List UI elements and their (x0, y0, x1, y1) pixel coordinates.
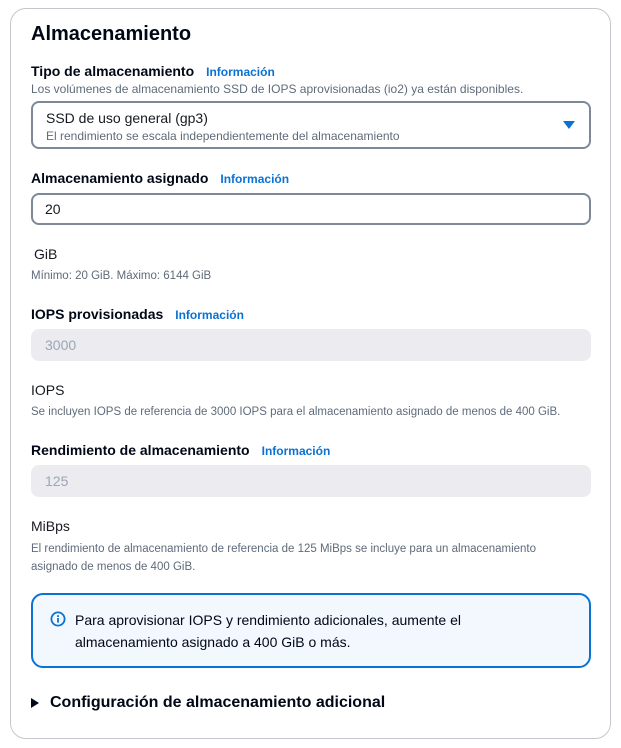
storage-throughput-info-link[interactable]: Información (262, 444, 331, 458)
allocated-storage-label: Almacenamiento asignado (31, 170, 209, 186)
storage-throughput-input: 125 (31, 465, 591, 497)
storage-throughput-description-line2: asignado de menos de 400 GiB. (31, 561, 196, 573)
storage-throughput-description-line1: El rendimiento de almacenamiento de refe… (31, 543, 537, 555)
provisioned-iops-label: IOPS provisionadas (31, 306, 164, 322)
info-circle-icon (50, 611, 66, 627)
info-alert-line2: almacenamiento asignado a 400 GiB o más. (75, 634, 351, 650)
storage-type-label: Tipo de almacenamiento (31, 63, 195, 79)
storage-type-description: Los volúmenes de almacenamiento SSD de I… (31, 82, 524, 96)
provisioned-iops-info-link[interactable]: Información (175, 308, 244, 322)
storage-type-info-link[interactable]: Información (206, 65, 275, 79)
storage-type-selected-description: El rendimiento se escala independienteme… (46, 129, 400, 143)
caret-right-icon (31, 698, 39, 708)
allocated-storage-unit: GiB (34, 246, 58, 262)
storage-type-selected-value: SSD de uso general (gp3) (46, 110, 208, 126)
storage-type-select[interactable]: SSD de uso general (gp3) El rendimiento … (31, 101, 591, 149)
info-alert-line1: Para aprovisionar IOPS y rendimiento adi… (75, 612, 461, 628)
allocated-storage-input[interactable]: 20 (31, 193, 591, 225)
storage-throughput-label: Rendimiento de almacenamiento (31, 442, 250, 458)
storage-type-header: Tipo de almacenamiento Información (31, 63, 275, 81)
storage-throughput-description: El rendimiento de almacenamiento de refe… (31, 540, 536, 576)
provisioned-iops-unit: IOPS (31, 382, 65, 398)
allocated-storage-constraint: Mínimo: 20 GiB. Máximo: 6144 GiB (31, 270, 212, 282)
storage-panel: Almacenamiento Tipo de almacenamiento Inf… (10, 8, 611, 739)
allocated-storage-info-link[interactable]: Información (220, 172, 289, 186)
provisioned-iops-header: IOPS provisionadas Información (31, 306, 244, 324)
provisioned-iops-input: 3000 (31, 329, 591, 361)
allocated-storage-header: Almacenamiento asignado Información (31, 170, 289, 188)
additional-storage-config-label: Configuración de almacenamiento adiciona… (50, 694, 386, 711)
additional-storage-config-expander[interactable]: Configuración de almacenamiento adiciona… (31, 694, 385, 712)
info-alert: Para aprovisionar IOPS y rendimiento adi… (31, 593, 591, 668)
caret-down-icon (563, 121, 575, 129)
provisioned-iops-description: Se incluyen IOPS de referencia de 3000 I… (31, 406, 561, 418)
storage-throughput-unit: MiBps (31, 518, 70, 534)
storage-throughput-header: Rendimiento de almacenamiento Información (31, 442, 330, 460)
section-title: Almacenamiento (31, 23, 192, 45)
